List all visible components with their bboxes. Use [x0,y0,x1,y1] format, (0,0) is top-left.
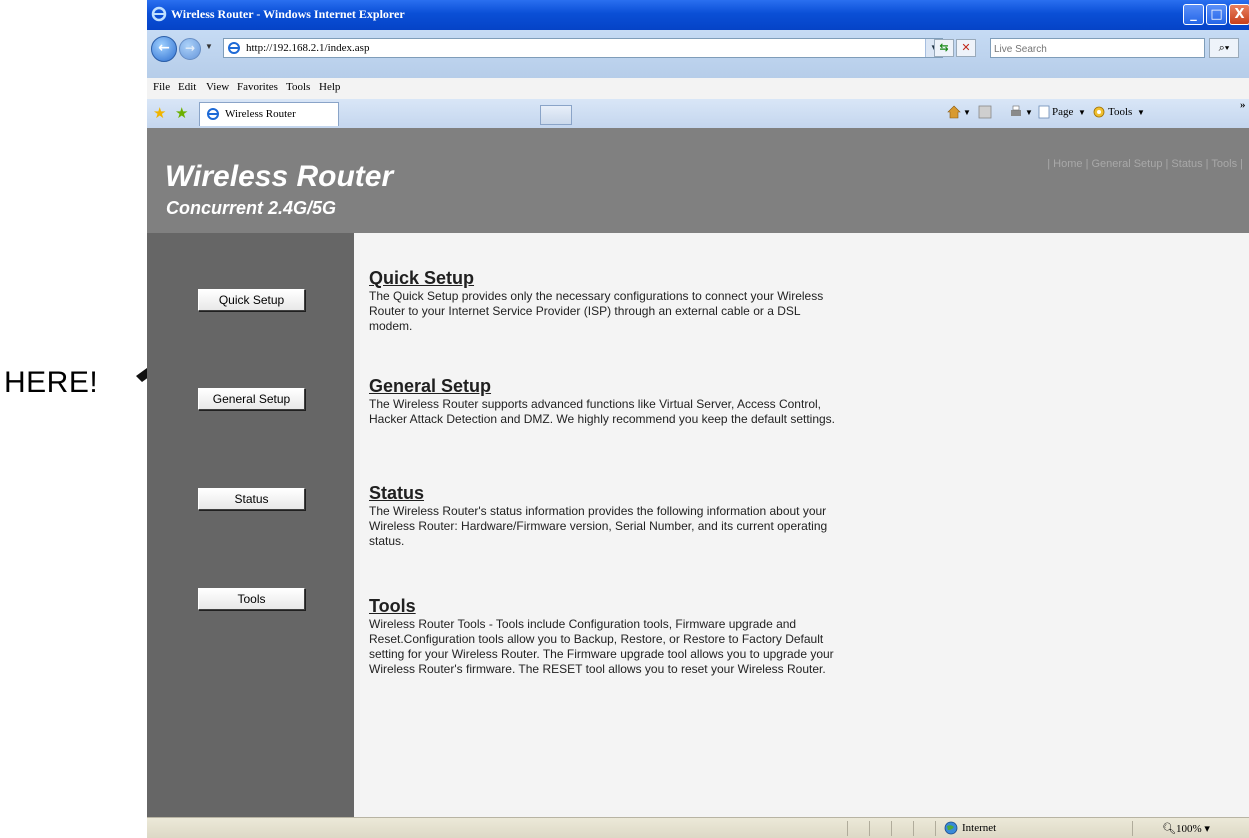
more-commands-icon[interactable]: » [1240,99,1246,111]
browser-window: Wireless Router - Windows Internet Explo… [147,0,1249,838]
section-description: The Wireless Router supports advanced fu… [369,397,836,426]
refresh-button[interactable]: ⇆ [934,39,954,57]
menu-tools[interactable]: Tools [286,81,310,93]
nav-tools-link[interactable]: Tools [1211,158,1237,170]
nav-home-link[interactable]: Home [1053,158,1082,170]
section-description: The Wireless Router's status information… [369,504,828,548]
gear-icon[interactable] [1092,105,1106,119]
section-title-link[interactable]: Status [369,482,839,504]
print-icon[interactable] [1009,105,1023,119]
status-divider [1132,821,1133,836]
menu-view[interactable]: View [206,81,229,93]
nav-status-link[interactable]: Status [1171,158,1202,170]
here-annotation: HERE! [4,366,99,399]
close-button[interactable]: X [1229,4,1249,25]
search-icon[interactable]: ⌕▾ [1209,38,1239,58]
top-navigation: | Home | General Setup | Status | Tools … [1047,158,1243,170]
quick-setup-button[interactable]: Quick Setup [198,289,305,311]
stop-button[interactable]: ✕ [956,39,976,57]
nav-separator: | [1047,158,1051,170]
tab-wireless-router[interactable]: Wireless Router [199,102,339,126]
section-title-link[interactable]: Quick Setup [369,267,839,289]
address-toolbar: ← → ▼ http://192.168.2.1/index.asp ▼ ⇆ ✕… [147,30,1249,79]
menu-file[interactable]: File [153,81,170,93]
status-divider [891,821,892,836]
header-banner: Wireless Router Concurrent 2.4G/5G | Hom… [147,128,1249,233]
tools-button[interactable]: Tools [198,588,305,610]
brand-title: Wireless Router [165,160,394,193]
page-menu-icon[interactable] [1037,105,1051,119]
recent-pages-dropdown-icon[interactable]: ▼ [205,42,213,51]
section-quick-setup: Quick Setup The Quick Setup provides onl… [369,267,839,334]
favorites-star-icon[interactable]: ★ [153,104,166,122]
page-icon [228,42,240,54]
nav-general-setup-link[interactable]: General Setup [1092,158,1163,170]
main-area: Quick Setup The Quick Setup provides onl… [354,233,1249,817]
search-input[interactable] [994,41,1194,58]
status-divider [935,821,936,836]
section-title-link[interactable]: Tools [369,595,839,617]
maximize-button[interactable]: □ [1206,4,1227,25]
print-dropdown-icon[interactable]: ▼ [1025,108,1033,117]
address-field[interactable]: http://192.168.2.1/index.asp ▼ [223,38,943,58]
section-general-setup: General Setup The Wireless Router suppor… [369,375,839,427]
tools-dropdown-icon[interactable]: ▼ [1137,108,1145,117]
nav-separator: | [1085,158,1089,170]
section-description: The Quick Setup provides only the necess… [369,289,824,333]
menu-help[interactable]: Help [319,81,340,93]
general-setup-button[interactable]: General Setup [198,388,305,410]
address-url: http://192.168.2.1/index.asp [246,42,370,54]
page-dropdown-icon[interactable]: ▼ [1078,108,1086,117]
search-field[interactable] [990,38,1205,58]
sidebar: Quick Setup General Setup Status Tools [147,233,354,817]
zoom-value: 100% [1175,823,1202,835]
page-menu[interactable]: Page [1052,106,1073,118]
menu-bar: File Edit View Favorites Tools Help [147,78,1249,100]
section-status: Status The Wireless Router's status info… [369,482,839,549]
menu-favorites[interactable]: Favorites [237,81,278,93]
tools-menu[interactable]: Tools [1108,106,1132,118]
add-favorite-icon[interactable]: ★ [175,104,188,122]
menu-edit[interactable]: Edit [178,81,196,93]
internet-zone-icon [944,821,958,835]
title-bar: Wireless Router - Windows Internet Explo… [147,0,1249,30]
window-title: Wireless Router - Windows Internet Explo… [171,7,405,21]
nav-separator: | [1205,158,1209,170]
brand-subtitle: Concurrent 2.4G/5G [166,198,337,218]
new-tab-button[interactable] [540,105,572,125]
back-button[interactable]: ← [151,36,177,62]
status-bar: Internet 🔍︎100% ▾ [147,817,1249,838]
section-tools: Tools Wireless Router Tools - Tools incl… [369,595,839,677]
home-dropdown-icon[interactable]: ▼ [963,108,971,117]
page-icon [207,108,219,120]
home-icon[interactable] [947,105,961,119]
status-divider [913,821,914,836]
internet-explorer-icon [151,6,167,22]
section-title-link[interactable]: General Setup [369,375,839,397]
page-content: Wireless Router Concurrent 2.4G/5G | Hom… [147,128,1249,817]
tab-bar: ★ ★ Wireless Router ▼ ▼ Page ▼ Tools ▼ » [147,99,1249,129]
tab-label: Wireless Router [225,108,296,120]
security-zone[interactable]: Internet [962,822,996,834]
forward-button[interactable]: → [179,38,201,60]
zoom-level[interactable]: 🔍︎100% ▾ [1162,822,1210,835]
minimize-button[interactable]: _ [1183,4,1204,25]
status-divider [847,821,848,836]
nav-separator: | [1165,158,1169,170]
feeds-icon[interactable] [978,105,992,119]
section-description: Wireless Router Tools - Tools include Co… [369,617,834,676]
nav-separator: | [1240,158,1243,170]
status-divider [869,821,870,836]
status-button[interactable]: Status [198,488,305,510]
